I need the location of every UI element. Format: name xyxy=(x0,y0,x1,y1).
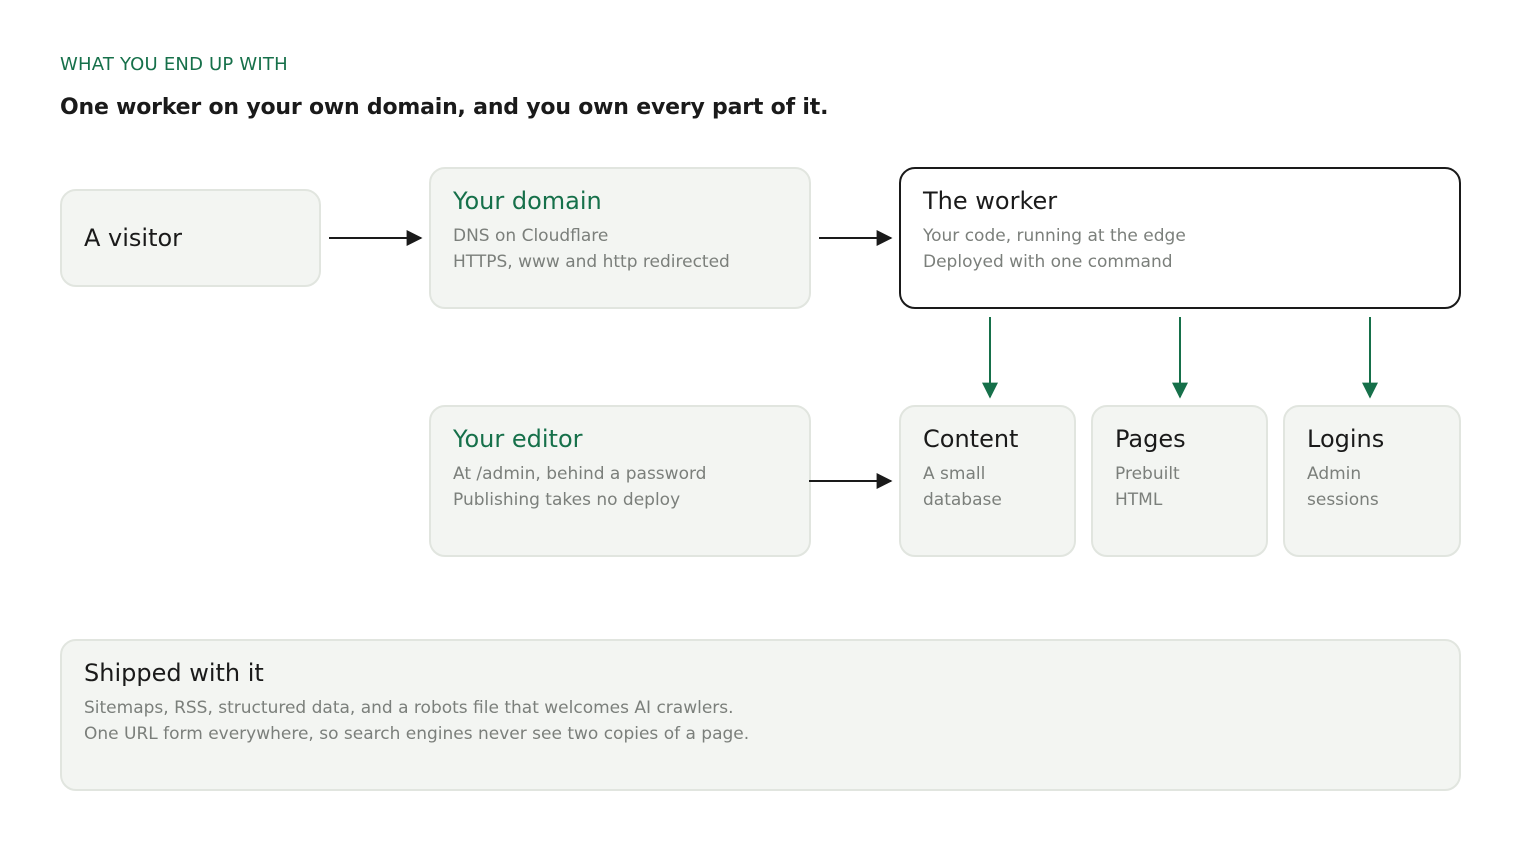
connector-arrows xyxy=(329,230,1378,489)
